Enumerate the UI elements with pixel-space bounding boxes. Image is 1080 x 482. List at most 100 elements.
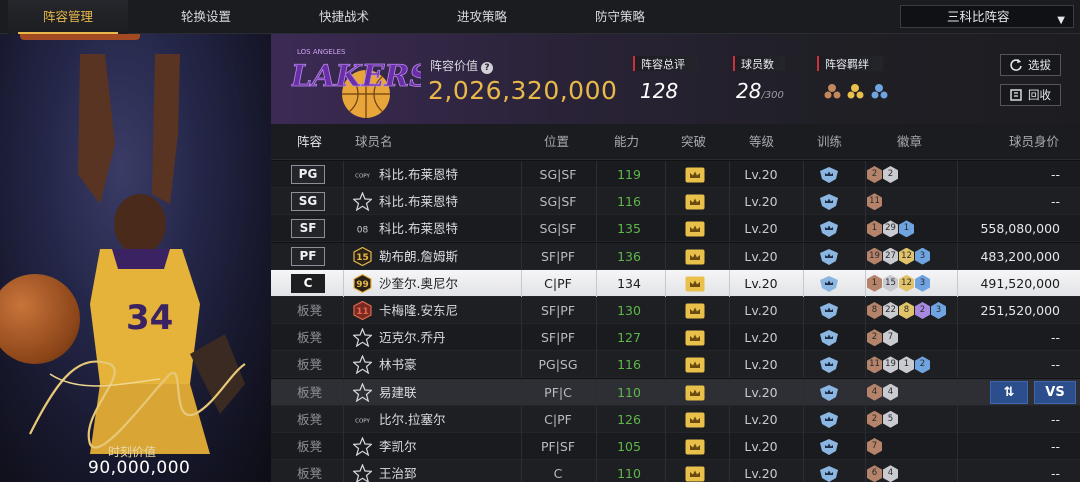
player-name[interactable]: 勒布朗.詹姆斯	[379, 243, 458, 270]
help-icon[interactable]: ?	[481, 62, 494, 74]
player-name[interactable]: 卡梅隆.安东尼	[379, 297, 458, 324]
badge-list[interactable]: 27	[867, 329, 898, 347]
svg-text:COPY: COPY	[355, 174, 370, 180]
column-divider	[729, 405, 730, 433]
crown-icon	[685, 330, 705, 346]
table-row[interactable]: PF 15 勒布朗.詹姆斯 SF|PF 136 Lv.20 19 27 12 3 483,200,0…	[271, 242, 1080, 270]
badge-medal: 1	[899, 356, 914, 374]
table-row[interactable]: PG COPY 科比.布莱恩特 SG|SF 119 Lv.20 2 2 --	[271, 161, 1080, 188]
col-level[interactable]: 等级	[749, 124, 774, 160]
badge-list[interactable]: 11 19 1 2	[867, 356, 930, 374]
recycle-button[interactable]: 回收	[1000, 84, 1061, 106]
tab-offense-strategy[interactable]: 进攻策略	[422, 0, 542, 34]
column-divider	[665, 188, 666, 216]
team-value-label-text: 阵容价值	[430, 59, 479, 73]
badge-list[interactable]: 64	[867, 465, 898, 482]
table-row[interactable]: C 99 沙奎尔.奥尼尔 C|PF 134 Lv.20 1 15 12 3 491,520,000	[271, 269, 1080, 297]
badge-medal: 5	[883, 410, 898, 428]
column-divider	[665, 242, 666, 270]
lineup-slot[interactable]: SF	[291, 219, 325, 239]
col-ability[interactable]: 能力	[614, 124, 639, 160]
column-divider	[957, 405, 958, 433]
table-row[interactable]: 板凳 11 卡梅隆.安东尼 SF|PF 130 Lv.20 8 22 8 2 3 251,520,00…	[271, 297, 1080, 324]
team-value-label: 阵容价值?	[430, 57, 494, 74]
col-training[interactable]: 训练	[817, 124, 842, 160]
column-divider	[665, 269, 666, 297]
badge-list[interactable]: 11	[867, 193, 882, 211]
badge-list[interactable]: 44	[867, 383, 898, 401]
col-lineup[interactable]: 阵容	[297, 124, 322, 160]
player-name[interactable]: 李凯尔	[379, 433, 417, 460]
table-row[interactable]: 板凳 COPY 比尔.拉塞尔 C|PF 126 Lv.20 2 5 --	[271, 405, 1080, 433]
training-icon	[820, 466, 838, 482]
lineup-slot[interactable]: 板凳	[297, 324, 322, 345]
training-icon	[820, 439, 838, 455]
lineup-slot[interactable]: C	[291, 273, 325, 293]
crown-icon	[685, 412, 705, 428]
badge-list[interactable]: 22	[867, 166, 898, 183]
lineup-slot[interactable]: 板凳	[297, 351, 322, 372]
lineup-dropdown[interactable]: 三科比阵容 ▼	[900, 5, 1074, 28]
player-name[interactable]: 科比.布莱恩特	[379, 215, 458, 242]
column-divider	[803, 460, 804, 482]
player-name[interactable]: 沙奎尔.奥尼尔	[379, 270, 458, 297]
tab-defense-strategy[interactable]: 防守策略	[560, 0, 680, 34]
lineup-slot[interactable]: 板凳	[297, 460, 322, 481]
lineup-slot[interactable]: SG	[291, 192, 325, 212]
vs-compare-button[interactable]: VS	[1034, 380, 1076, 404]
player-name[interactable]: 迈克尔.乔丹	[379, 324, 445, 351]
table-row[interactable]: SG 科比.布莱恩特 SG|SF 116 Lv.20 11 --	[271, 188, 1080, 216]
col-badges[interactable]: 徽章	[897, 124, 922, 160]
badge-list[interactable]: 1 29 1	[867, 220, 914, 238]
badge-medal: 2	[867, 410, 882, 428]
column-divider	[957, 351, 958, 379]
table-row[interactable]: SF 08 科比.布莱恩特 SG|SF 135 Lv.20 1 29 1 558,080,000	[271, 215, 1080, 243]
lineup-slot[interactable]: 板凳	[297, 297, 322, 318]
badge-list[interactable]: 8 22 8 2 3	[867, 302, 946, 319]
player-name[interactable]: 林书豪	[379, 351, 417, 378]
column-divider	[865, 460, 866, 482]
lineup-slot[interactable]: 板凳	[297, 379, 322, 400]
tab-quick-tactics[interactable]: 快捷战术	[284, 0, 404, 34]
players-count-label: 球员数	[733, 56, 785, 71]
table-row[interactable]: 板凳 李凯尔 PF|SF 105 Lv.20 7 --	[271, 433, 1080, 460]
badge-medal: 11	[867, 356, 882, 374]
tab-rotation-settings[interactable]: 轮换设置	[146, 0, 266, 34]
table-row[interactable]: 板凳 林书豪 PG|SG 116 Lv.20 11 19 1 2 --	[271, 351, 1080, 379]
rank-badge-icon: 15	[353, 246, 372, 266]
badge-medal: 27	[883, 247, 898, 265]
table-row[interactable]: 板凳 王治郅 C 110 Lv.20 6 4 --	[271, 460, 1080, 482]
col-position[interactable]: 位置	[544, 124, 569, 160]
svg-text:LAKERS: LAKERS	[291, 59, 421, 94]
player-level: Lv.20	[744, 303, 778, 318]
badge-list[interactable]: 7	[867, 438, 882, 455]
col-breakthrough[interactable]: 突破	[681, 124, 706, 160]
table-row[interactable]: 板凳 易建联 PF|C 110 Lv.20 4 4 ⇅ VS	[271, 378, 1080, 406]
training-icon	[820, 330, 838, 347]
player-name[interactable]: 王治郅	[379, 460, 417, 482]
tab-lineup-management[interactable]: 阵容管理	[8, 0, 128, 34]
player-name[interactable]: 易建联	[379, 379, 417, 406]
column-divider	[343, 460, 344, 482]
lineup-slot[interactable]: PF	[291, 246, 325, 266]
lineup-slot[interactable]: 板凳	[297, 433, 322, 454]
col-player-worth[interactable]: 球员身价	[1009, 124, 1059, 160]
bond-icons[interactable]	[824, 81, 894, 101]
swap-button[interactable]: ⇅	[990, 380, 1028, 404]
badge-list[interactable]: 1 15 12 3	[867, 274, 930, 292]
select-button[interactable]: 选拔	[1000, 54, 1061, 76]
player-level: Lv.20	[744, 330, 778, 346]
lineup-slot[interactable]: 板凳	[297, 406, 322, 427]
lineup-slot[interactable]: PG	[291, 165, 325, 184]
col-player-name[interactable]: 球员名	[355, 124, 393, 160]
badge-list[interactable]: 25	[867, 410, 898, 428]
player-position: C|PF	[544, 275, 572, 291]
badge-list[interactable]: 19 27 12 3	[867, 247, 930, 265]
player-name[interactable]: 比尔.拉塞尔	[379, 406, 445, 433]
column-divider	[729, 297, 730, 324]
player-name[interactable]: 科比.布莱恩特	[379, 188, 458, 215]
column-divider	[803, 324, 804, 352]
crown-icon	[685, 439, 705, 455]
table-row[interactable]: 板凳 迈克尔.乔丹 SF|PF 127 Lv.20 2 7 --	[271, 324, 1080, 352]
player-name[interactable]: 科比.布莱恩特	[379, 161, 458, 188]
